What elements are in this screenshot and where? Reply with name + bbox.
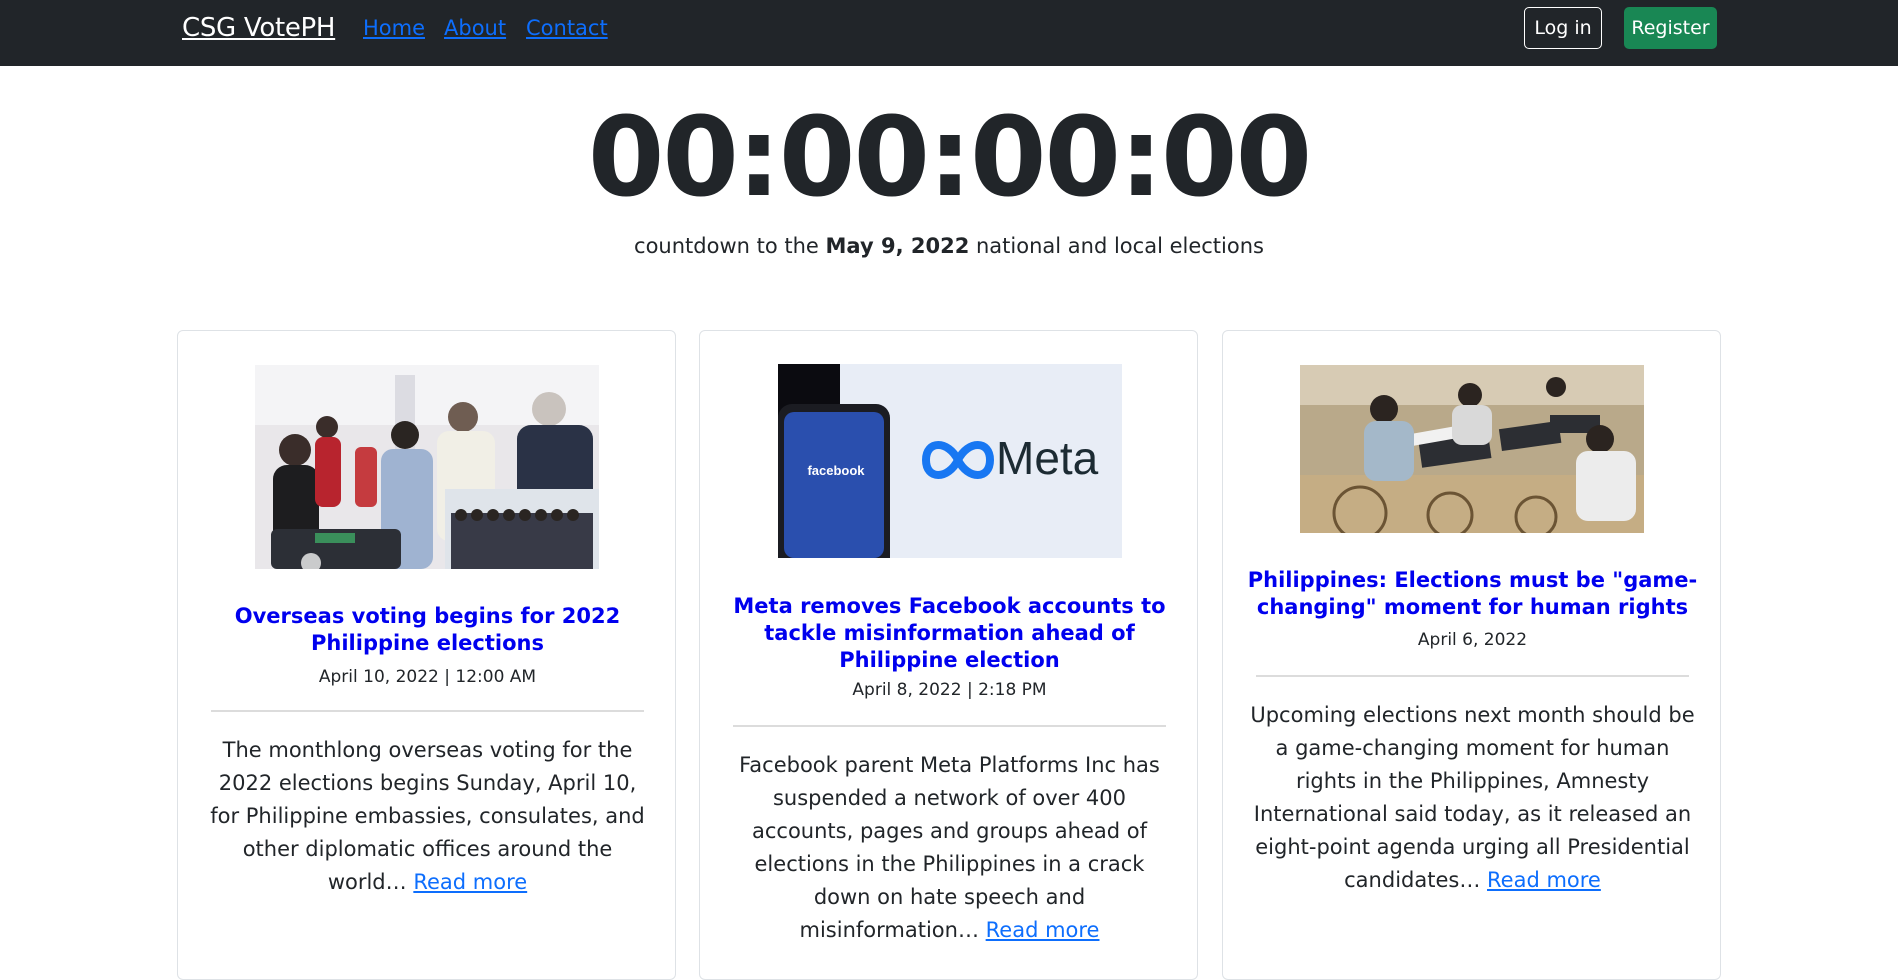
navbar: CSG VotePH Home About Contact Log in Reg… — [0, 0, 1898, 66]
countdown-prefix: countdown to the — [634, 234, 819, 258]
login-button[interactable]: Log in — [1524, 7, 1602, 49]
divider — [1256, 675, 1689, 677]
facebook-wordmark: facebook — [807, 463, 865, 478]
article-image — [255, 365, 599, 569]
divider — [733, 725, 1166, 727]
article-date: April 8, 2022 | 2:18 PM — [852, 680, 1047, 700]
article-date: April 10, 2022 | 12:00 AM — [318, 667, 537, 687]
read-more-link[interactable]: Read more — [986, 918, 1100, 942]
article-excerpt: Upcoming elections next month should be … — [1249, 699, 1696, 897]
register-button[interactable]: Register — [1624, 7, 1717, 49]
countdown-timer: 00:00:00:00 — [587, 93, 1312, 221]
divider — [211, 710, 644, 712]
article-image — [1300, 365, 1644, 533]
article-card: facebook Meta Meta removes Facebook acco… — [699, 330, 1198, 980]
article-excerpt-text: Upcoming elections next month should be … — [1250, 703, 1695, 892]
article-excerpt-text: Facebook parent Meta Platforms Inc has s… — [739, 753, 1160, 942]
article-image: facebook Meta — [778, 364, 1122, 558]
read-more-link[interactable]: Read more — [1487, 868, 1601, 892]
read-more-link[interactable]: Read more — [413, 870, 527, 894]
article-excerpt: The monthlong overseas voting for the 20… — [204, 734, 651, 899]
article-card: Philippines: Elections must be "game-cha… — [1222, 330, 1721, 980]
article-title[interactable]: Overseas voting begins for 2022 Philippi… — [198, 603, 657, 657]
nav-link-about[interactable]: About — [444, 16, 506, 40]
article-card: Overseas voting begins for 2022 Philippi… — [177, 330, 676, 980]
countdown-suffix: national and local elections — [976, 234, 1264, 258]
meta-wordmark: Meta — [996, 432, 1099, 484]
nav-link-home[interactable]: Home — [363, 16, 425, 40]
nav-link-contact[interactable]: Contact — [526, 16, 608, 40]
countdown-caption: countdown to the May 9, 2022 national an… — [0, 234, 1898, 258]
article-title[interactable]: Philippines: Elections must be "game-cha… — [1243, 567, 1702, 621]
brand-link[interactable]: CSG VotePH — [182, 13, 335, 43]
election-date: May 9, 2022 — [825, 234, 970, 258]
article-excerpt: Facebook parent Meta Platforms Inc has s… — [726, 749, 1173, 947]
article-date: April 6, 2022 — [1417, 630, 1528, 650]
article-title[interactable]: Meta removes Facebook accounts to tackle… — [720, 593, 1179, 674]
